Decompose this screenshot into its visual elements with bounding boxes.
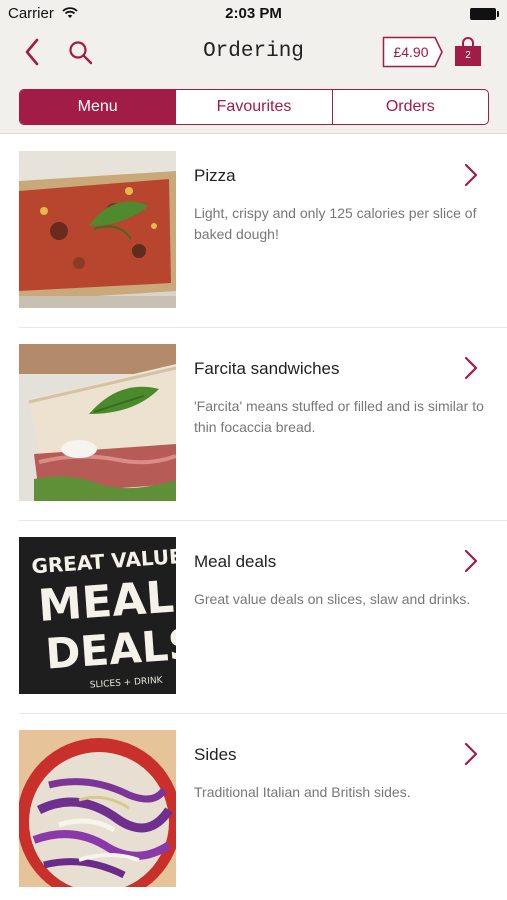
menu-item-farcita-sandwiches[interactable]: Farcita sandwiches 'Farcita' means stuff…: [0, 328, 507, 521]
menu-item-description: Light, crispy and only 125 calories per …: [194, 205, 477, 242]
menu-list: Pizza Light, crispy and only 125 calorie…: [0, 135, 507, 900]
chevron-right-icon: [464, 549, 478, 573]
chalk-line-3: DEALS: [44, 619, 176, 679]
menu-item-title: Meal deals: [194, 552, 277, 571]
back-chevron-icon: [25, 38, 39, 66]
segmented-tabs: Menu Favourites Orders: [19, 89, 489, 125]
menu-item-title: Farcita sandwiches: [194, 359, 340, 378]
status-bar: Carrier 2:03 PM: [0, 0, 507, 28]
menu-item-title: Sides: [194, 745, 237, 764]
chevron-right-icon: [464, 163, 478, 187]
meal-deals-image: GREAT VALUE MEAL DEALS SLICES + DRINK: [19, 537, 176, 694]
tab-menu[interactable]: Menu: [20, 90, 176, 124]
status-time: 2:03 PM: [225, 5, 282, 22]
basket-total: £4.90: [393, 44, 429, 60]
chevron-right-icon: [464, 356, 478, 380]
menu-item-meal-deals[interactable]: GREAT VALUE MEAL DEALS SLICES + DRINK Me…: [0, 521, 507, 714]
tab-favourites[interactable]: Favourites: [175, 90, 331, 124]
basket-count-badge: 2: [465, 50, 471, 61]
back-button[interactable]: [20, 36, 46, 68]
battery-icon: [470, 8, 499, 20]
farcita-sandwich-image: [19, 344, 176, 501]
menu-item-pizza[interactable]: Pizza Light, crispy and only 125 calorie…: [0, 135, 507, 328]
coleslaw-image: [19, 730, 176, 887]
basket-total-button[interactable]: £4.90: [382, 36, 444, 68]
menu-item-description: Great value deals on slices, slaw and dr…: [194, 591, 471, 607]
menu-item-sides[interactable]: Sides Traditional Italian and British si…: [0, 714, 507, 900]
menu-item-description: Traditional Italian and British sides.: [194, 784, 411, 800]
search-icon: [69, 41, 93, 65]
search-button[interactable]: [66, 38, 96, 68]
page-title: Ordering: [203, 40, 304, 63]
pizza-image: [19, 151, 176, 308]
chevron-right-icon: [464, 742, 478, 766]
menu-item-title: Pizza: [194, 166, 236, 185]
menu-item-description: 'Farcita' means stuffed or filled and is…: [194, 398, 484, 435]
basket-button[interactable]: 2: [454, 37, 482, 67]
navigation-header: Carrier 2:03 PM Ordering £4.90 2 Menu Fa…: [0, 0, 507, 134]
tab-orders[interactable]: Orders: [331, 90, 488, 124]
